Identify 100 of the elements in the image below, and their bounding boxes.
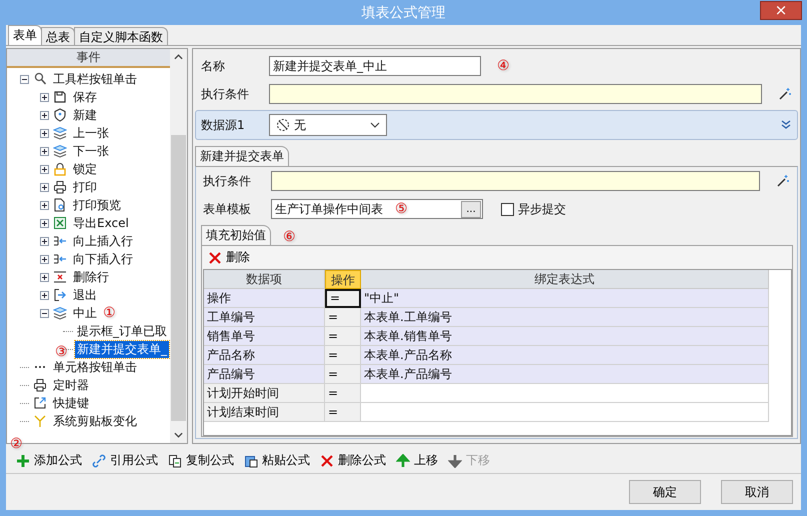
annotation-marker: ④: [497, 58, 510, 74]
scrollbar[interactable]: [170, 49, 187, 443]
tab[interactable]: 表单: [8, 25, 42, 45]
paste-icon: [244, 454, 258, 468]
close-button[interactable]: ×: [760, 1, 802, 20]
dialog-button[interactable]: 确定: [629, 480, 701, 504]
tree-item[interactable]: 快捷键: [51, 394, 91, 412]
tree-item[interactable]: 新建并提交表单_: [75, 340, 169, 358]
field-label: 名称: [201, 58, 226, 74]
magnifier-icon: [33, 72, 47, 86]
toolbar-button[interactable]: 上移: [392, 452, 442, 469]
expand-toggle[interactable]: [40, 290, 49, 300]
insert-row-icon: [53, 252, 67, 266]
tree-item[interactable]: 上一张: [71, 124, 111, 142]
tree-item[interactable]: 下一张: [71, 142, 111, 160]
magic-wand-icon[interactable]: [778, 87, 792, 101]
table-cell[interactable]: =: [325, 327, 361, 346]
table-cell[interactable]: "中止": [361, 289, 769, 308]
magic-wand-icon[interactable]: [776, 174, 790, 188]
lock-icon: [53, 162, 67, 176]
name-field[interactable]: 新建并提交表单_中止: [269, 56, 481, 76]
tab[interactable]: 自定义脚本函数: [74, 27, 168, 45]
tab[interactable]: 新建并提交表单: [195, 146, 289, 166]
template-field[interactable]: 生产订单操作中间表 ⑤ ...: [271, 199, 483, 219]
expand-toggle[interactable]: [40, 110, 49, 120]
tree-item[interactable]: 单元格按钮单击: [51, 358, 139, 376]
tree-item[interactable]: 保存: [71, 88, 99, 106]
table-cell[interactable]: 本表单.产品编号: [361, 365, 769, 384]
table-cell[interactable]: [361, 403, 769, 422]
table-cell: 产品编号: [204, 365, 325, 384]
table-cell[interactable]: 本表单.销售单号: [361, 327, 769, 346]
table-cell[interactable]: =: [325, 308, 361, 327]
condition-field[interactable]: [269, 84, 762, 104]
copy-icon: [168, 454, 182, 468]
toolbar-button[interactable]: 粘贴公式: [240, 452, 314, 469]
tree-item[interactable]: 向下插入行: [71, 250, 135, 268]
tab[interactable]: 填充初始值: [201, 225, 271, 245]
expand-toggle[interactable]: [40, 146, 49, 156]
toolbar-button[interactable]: 删除公式: [316, 452, 390, 469]
tree-item[interactable]: 打印: [71, 178, 99, 196]
expand-icon[interactable]: [781, 120, 791, 130]
table-cell: 产品名称: [204, 346, 325, 365]
table-cell[interactable]: =: [325, 365, 361, 384]
toolbar-button[interactable]: 复制公式: [164, 452, 238, 469]
scroll-down-icon[interactable]: [174, 432, 183, 438]
expand-toggle[interactable]: [40, 92, 49, 102]
table-cell: 计划结束时间: [204, 403, 325, 422]
datasource-dropdown[interactable]: 无: [269, 114, 387, 136]
expand-toggle[interactable]: [40, 200, 49, 210]
expand-toggle[interactable]: [40, 254, 49, 264]
delete-icon: [320, 454, 334, 468]
expand-toggle[interactable]: [40, 218, 49, 228]
plus-icon: [16, 454, 30, 468]
expand-toggle[interactable]: [40, 182, 49, 192]
tree-item[interactable]: 退出: [71, 286, 99, 304]
tree-item[interactable]: 定时器: [51, 376, 91, 394]
tree-item[interactable]: 工具栏按钮单击: [51, 70, 139, 88]
expand-toggle[interactable]: [40, 236, 49, 246]
tree-item[interactable]: 新建: [71, 106, 99, 124]
tree-item[interactable]: 系统剪贴板变化: [51, 412, 139, 430]
condition-field[interactable]: [271, 171, 760, 191]
dialog-button[interactable]: 取消: [721, 480, 793, 504]
expand-toggle[interactable]: [40, 128, 49, 138]
table-cell[interactable]: [361, 384, 769, 403]
toolbar-button[interactable]: 引用公式: [88, 452, 162, 469]
tree-item[interactable]: 删除行: [71, 268, 111, 286]
window-title: 填表公式管理: [362, 4, 446, 22]
table-cell[interactable]: =: [325, 384, 361, 403]
expand-toggle[interactable]: [40, 272, 49, 282]
tree-item[interactable]: 锁定: [71, 160, 99, 178]
table-cell[interactable]: 本表单.工单编号: [361, 308, 769, 327]
delete-button[interactable]: 删除: [202, 246, 256, 269]
up-arrow-icon: [396, 454, 410, 468]
tree-item[interactable]: 导出Excel: [71, 214, 131, 232]
annotation-marker: ⑥: [283, 229, 296, 245]
scroll-up-icon[interactable]: [174, 54, 183, 60]
table-cell: 销售单号: [204, 327, 325, 346]
field-label: 执行条件: [203, 172, 252, 190]
tree-item[interactable]: 打印预览: [71, 196, 123, 214]
collapse-toggle[interactable]: [40, 308, 49, 318]
branch-icon: [33, 414, 47, 428]
browse-button[interactable]: ...: [461, 200, 481, 218]
tab[interactable]: 总表: [41, 27, 75, 45]
table-cell[interactable]: 本表单.产品名称: [361, 346, 769, 365]
tree-item[interactable]: 中止: [71, 304, 99, 322]
tree-item[interactable]: 向上插入行: [71, 232, 135, 250]
link-icon: [92, 454, 106, 468]
excel-icon: [53, 216, 67, 230]
table-cell[interactable]: =: [325, 403, 361, 422]
tree-item[interactable]: 提示框_订单已取: [75, 322, 169, 340]
checkbox[interactable]: [501, 202, 514, 216]
field-label: 执行条件: [201, 86, 250, 102]
preview-icon: [53, 198, 67, 212]
table-cell[interactable]: =: [325, 346, 361, 365]
collapse-toggle[interactable]: [20, 74, 29, 84]
toolbar-button[interactable]: 添加公式: [12, 452, 86, 469]
column-header: 操作: [325, 270, 361, 289]
table-cell[interactable]: =: [325, 289, 361, 308]
expand-toggle[interactable]: [40, 164, 49, 174]
no-entry-icon: [276, 118, 290, 132]
